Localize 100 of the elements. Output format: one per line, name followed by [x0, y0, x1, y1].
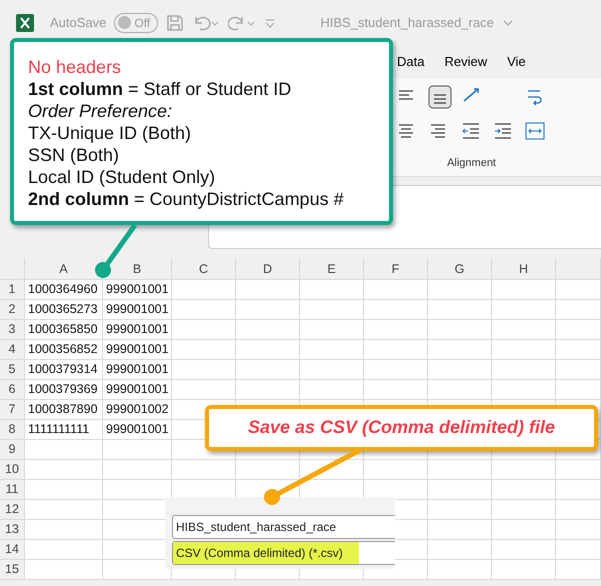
file-type-field[interactable]: CSV (Comma delimited) (*.csv) — [172, 541, 395, 565]
table-cell[interactable] — [556, 340, 601, 360]
table-cell[interactable]: 999001001 — [103, 320, 172, 340]
table-cell[interactable]: 1000364960 — [25, 280, 103, 300]
table-cell[interactable] — [556, 500, 601, 520]
table-cell[interactable]: 999001001 — [103, 340, 172, 360]
table-cell[interactable]: 999001001 — [103, 420, 172, 440]
table-cell[interactable] — [492, 320, 556, 340]
row-header[interactable]: 7 — [0, 400, 25, 420]
table-cell[interactable] — [492, 460, 556, 480]
table-cell[interactable]: 1000365273 — [25, 300, 103, 320]
row-header[interactable]: 5 — [0, 360, 25, 380]
column-header[interactable]: H — [492, 258, 556, 280]
table-cell[interactable] — [428, 300, 492, 320]
table-cell[interactable] — [364, 380, 428, 400]
table-cell[interactable] — [300, 360, 364, 380]
row-header[interactable]: 1 — [0, 280, 25, 300]
table-cell[interactable]: 999001001 — [103, 280, 172, 300]
table-cell[interactable] — [172, 360, 236, 380]
table-cell[interactable] — [428, 380, 492, 400]
row-header[interactable]: 10 — [0, 460, 25, 480]
table-cell[interactable] — [172, 300, 236, 320]
column-header[interactable]: F — [364, 258, 428, 280]
table-cell[interactable] — [25, 500, 103, 520]
table-cell[interactable] — [556, 300, 601, 320]
row-header[interactable]: 8 — [0, 420, 25, 440]
row-header[interactable]: 12 — [0, 500, 25, 520]
row-header[interactable]: 6 — [0, 380, 25, 400]
table-cell[interactable] — [25, 460, 103, 480]
table-cell[interactable] — [492, 500, 556, 520]
table-cell[interactable] — [428, 320, 492, 340]
table-cell[interactable] — [492, 340, 556, 360]
table-cell[interactable] — [364, 340, 428, 360]
table-cell[interactable] — [428, 360, 492, 380]
table-cell[interactable] — [364, 460, 428, 480]
table-cell[interactable] — [236, 320, 300, 340]
table-cell[interactable] — [300, 380, 364, 400]
select-all-corner[interactable] — [0, 258, 25, 280]
column-header[interactable]: B — [103, 258, 172, 280]
table-cell[interactable] — [428, 560, 492, 580]
table-cell[interactable] — [172, 320, 236, 340]
table-cell[interactable] — [556, 460, 601, 480]
table-cell[interactable] — [364, 300, 428, 320]
table-cell[interactable] — [364, 360, 428, 380]
table-cell[interactable] — [492, 300, 556, 320]
column-header[interactable]: A — [25, 258, 103, 280]
table-cell[interactable] — [172, 380, 236, 400]
table-cell[interactable]: 999001001 — [103, 380, 172, 400]
table-cell[interactable] — [300, 320, 364, 340]
table-cell[interactable] — [25, 480, 103, 500]
ribbon-tab[interactable]: Vie — [507, 52, 526, 72]
table-cell[interactable] — [236, 460, 300, 480]
table-cell[interactable] — [428, 280, 492, 300]
table-cell[interactable] — [556, 320, 601, 340]
row-header[interactable]: 4 — [0, 340, 25, 360]
row-header[interactable]: 9 — [0, 440, 25, 460]
table-cell[interactable] — [236, 300, 300, 320]
table-cell[interactable] — [300, 340, 364, 360]
align-bottom-icon[interactable] — [428, 85, 452, 109]
ribbon-tab[interactable]: Review — [444, 52, 488, 72]
table-cell[interactable] — [556, 540, 601, 560]
table-cell[interactable] — [25, 540, 103, 560]
table-cell[interactable] — [492, 380, 556, 400]
column-header[interactable]: D — [236, 258, 300, 280]
table-cell[interactable] — [364, 280, 428, 300]
row-header[interactable]: 13 — [0, 520, 25, 540]
table-cell[interactable] — [492, 480, 556, 500]
table-cell[interactable]: 1000365850 — [25, 320, 103, 340]
table-cell[interactable] — [556, 360, 601, 380]
table-cell[interactable]: 999001002 — [103, 400, 172, 420]
table-cell[interactable] — [492, 520, 556, 540]
row-header[interactable]: 2 — [0, 300, 25, 320]
ribbon-tab[interactable]: Data — [397, 52, 424, 72]
table-cell[interactable] — [103, 440, 172, 460]
table-cell[interactable] — [236, 360, 300, 380]
table-cell[interactable] — [428, 520, 492, 540]
table-cell[interactable] — [172, 460, 236, 480]
table-cell[interactable]: 1000356852 — [25, 340, 103, 360]
table-cell[interactable]: 1111111111 — [25, 420, 103, 440]
table-cell[interactable]: 1000387890 — [25, 400, 103, 420]
table-cell[interactable] — [25, 520, 103, 540]
excel-logo-icon[interactable] — [16, 14, 34, 32]
column-header[interactable]: C — [172, 258, 236, 280]
table-cell[interactable]: 1000379369 — [25, 380, 103, 400]
row-header[interactable]: 11 — [0, 480, 25, 500]
table-cell[interactable] — [556, 280, 601, 300]
table-cell[interactable] — [492, 540, 556, 560]
column-header[interactable]: E — [300, 258, 364, 280]
row-header[interactable]: 3 — [0, 320, 25, 340]
table-cell[interactable] — [428, 460, 492, 480]
table-cell[interactable] — [236, 280, 300, 300]
table-cell[interactable] — [556, 480, 601, 500]
table-cell[interactable] — [364, 320, 428, 340]
table-cell[interactable] — [25, 560, 103, 580]
table-cell[interactable] — [172, 340, 236, 360]
table-cell[interactable] — [172, 280, 236, 300]
table-cell[interactable] — [236, 340, 300, 360]
row-header[interactable]: 14 — [0, 540, 25, 560]
row-header[interactable]: 15 — [0, 560, 25, 580]
table-cell[interactable] — [556, 520, 601, 540]
